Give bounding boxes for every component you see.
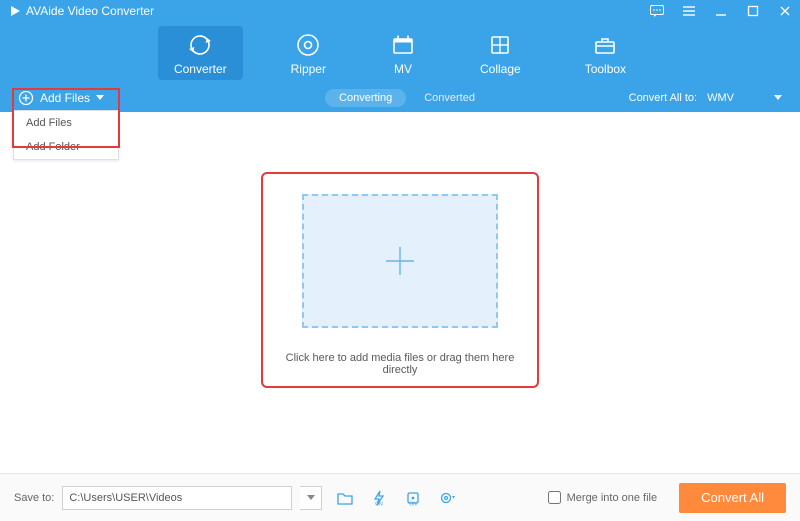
- main-nav: Converter Ripper MV Collage Toolbox: [0, 22, 800, 84]
- merge-checkbox[interactable]: Merge into one file: [548, 491, 658, 504]
- menu-icon[interactable]: [682, 4, 696, 18]
- merge-checkbox-label: Merge into one file: [567, 492, 658, 504]
- target-format-dropdown[interactable]: WMV: [707, 92, 782, 104]
- highlight-box-2: Click here to add media files or drag th…: [261, 172, 539, 388]
- nav-converter[interactable]: Converter: [158, 26, 243, 80]
- main-area: Click here to add media files or drag th…: [0, 112, 800, 447]
- title-bar: AVAide Video Converter: [0, 0, 800, 22]
- open-folder-icon[interactable]: [334, 487, 356, 509]
- app-logo-icon: [8, 4, 22, 18]
- nav-collage-label: Collage: [480, 62, 521, 76]
- drop-zone[interactable]: [302, 194, 498, 328]
- feedback-icon[interactable]: [650, 4, 664, 18]
- add-files-label: Add Files: [40, 91, 90, 105]
- close-icon[interactable]: [778, 4, 792, 18]
- drop-instruction-text: Click here to add media files or drag th…: [273, 352, 527, 376]
- nav-toolbox-label: Toolbox: [585, 62, 626, 76]
- app-title: AVAide Video Converter: [26, 4, 154, 18]
- nav-toolbox[interactable]: Toolbox: [569, 26, 642, 80]
- chevron-down-icon: [774, 95, 782, 101]
- target-format-value: WMV: [707, 92, 734, 104]
- save-to-label: Save to:: [14, 492, 54, 504]
- converter-icon: [187, 32, 213, 58]
- chevron-down-icon: [96, 95, 104, 101]
- add-files-button[interactable]: Add Files: [18, 90, 104, 106]
- ripper-icon: [295, 32, 321, 58]
- convert-all-button[interactable]: Convert All: [679, 483, 786, 513]
- conversion-tabs: Converting Converted: [325, 89, 475, 107]
- nav-mv-label: MV: [394, 62, 412, 76]
- tab-converted[interactable]: Converted: [424, 92, 475, 104]
- nav-ripper-label: Ripper: [291, 62, 326, 76]
- convert-all-to: Convert All to: WMV: [629, 92, 782, 104]
- nav-collage[interactable]: Collage: [464, 26, 537, 80]
- window-controls: [650, 4, 792, 18]
- gpu-icon[interactable]: ON: [402, 487, 424, 509]
- nav-converter-label: Converter: [174, 62, 227, 76]
- save-path-dropdown[interactable]: [300, 486, 322, 510]
- plus-circle-icon: [18, 90, 34, 106]
- collage-icon: [487, 32, 513, 58]
- nav-ripper[interactable]: Ripper: [275, 26, 342, 80]
- convert-all-to-label: Convert All to:: [629, 92, 697, 104]
- merge-checkbox-input[interactable]: [548, 491, 561, 504]
- tab-converting[interactable]: Converting: [325, 89, 406, 107]
- gear-icon[interactable]: [436, 487, 458, 509]
- bottom-bar: Save to: ON ON Merge into one file Conve…: [0, 473, 800, 521]
- plus-icon: [380, 241, 420, 281]
- svg-text:ON: ON: [376, 501, 384, 506]
- dropdown-add-files[interactable]: Add Files: [14, 111, 118, 135]
- toolbox-icon: [592, 32, 618, 58]
- svg-text:ON: ON: [410, 501, 418, 506]
- minimize-icon[interactable]: [714, 4, 728, 18]
- maximize-icon[interactable]: [746, 4, 760, 18]
- app-logo: AVAide Video Converter: [8, 4, 154, 18]
- sub-bar: Add Files Converting Converted Convert A…: [0, 84, 800, 112]
- save-path-input[interactable]: [62, 486, 292, 510]
- lightning-icon[interactable]: ON: [368, 487, 390, 509]
- dropdown-add-folder[interactable]: Add Folder: [14, 135, 118, 159]
- nav-mv[interactable]: MV: [374, 26, 432, 80]
- mv-icon: [390, 32, 416, 58]
- add-files-dropdown: Add Files Add Folder: [13, 110, 119, 160]
